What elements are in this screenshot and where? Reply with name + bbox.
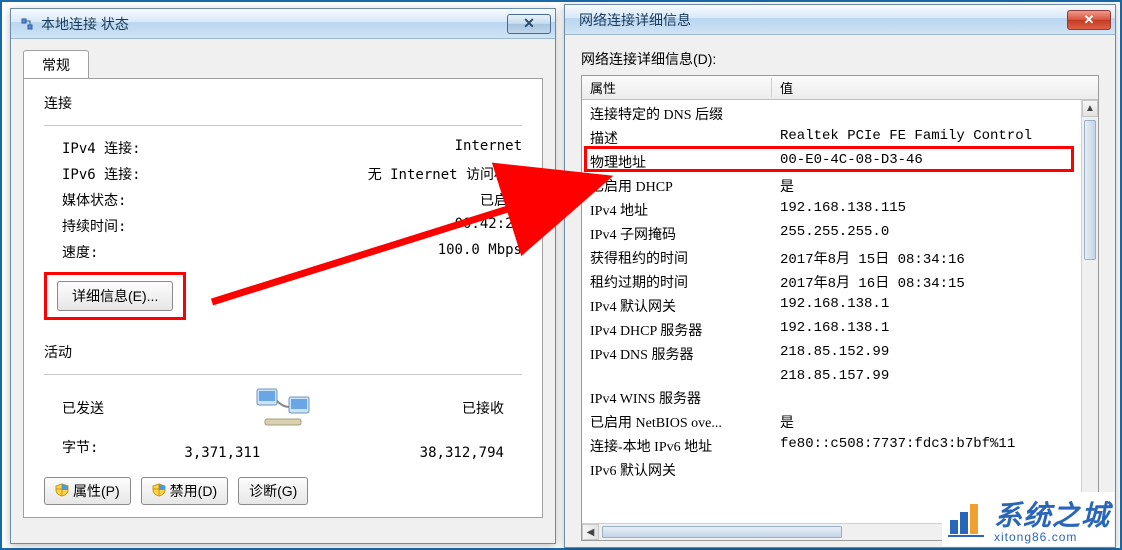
cell-property: 已启用 DHCP — [582, 176, 772, 196]
listview-header[interactable]: 属性 值 — [582, 76, 1098, 100]
cell-value: 00-E0-4C-08-D3-46 — [772, 152, 1098, 172]
details-listview[interactable]: 属性 值 连接特定的 DNS 后缀描述Realtek PCIe FE Famil… — [581, 75, 1099, 541]
cell-value: 2017年8月 16日 08:34:15 — [772, 272, 1098, 292]
cell-value — [772, 460, 1098, 480]
recv-label: 已接收 — [462, 398, 504, 418]
cell-value: 192.168.138.1 — [772, 320, 1098, 340]
vertical-scrollbar[interactable]: ▲ ▼ — [1081, 100, 1098, 523]
cell-property: 连接-本地 IPv6 地址 — [582, 436, 772, 456]
cell-value: 2017年8月 15日 08:34:16 — [772, 248, 1098, 268]
cell-property: 租约过期的时间 — [582, 272, 772, 292]
watermark-logo-icon — [946, 498, 986, 541]
table-row[interactable]: IPv4 DHCP 服务器192.168.138.1 — [582, 318, 1098, 342]
cell-property: 获得租约的时间 — [582, 248, 772, 268]
tab-control: 常规 连接 IPv4 连接:Internet IPv6 连接:无 Interne… — [23, 49, 543, 518]
kv-ipv4: IPv4 连接:Internet — [62, 138, 522, 158]
kv-ipv6: IPv6 连接:无 Internet 访问权限 — [62, 164, 522, 184]
scroll-thumb-v[interactable] — [1084, 120, 1096, 260]
table-row[interactable]: 已启用 NetBIOS ove...是 — [582, 410, 1098, 434]
cell-value: 255.255.255.0 — [772, 224, 1098, 244]
table-row[interactable]: IPv4 地址192.168.138.115 — [582, 198, 1098, 222]
section-activity: 活动 — [44, 342, 522, 362]
cell-property: 描述 — [582, 128, 772, 148]
table-row[interactable]: 连接-本地 IPv6 地址fe80::c508:7737:fdc3:b7bf%1… — [582, 434, 1098, 458]
kv-speed: 速度:100.0 Mbps — [62, 242, 522, 262]
status-titlebar[interactable]: 本地连接 状态 ✕ — [11, 9, 555, 39]
shield-icon — [55, 483, 69, 500]
properties-button[interactable]: 属性(P) — [44, 477, 131, 505]
network-animation-icon — [255, 387, 311, 429]
cell-value: 192.168.138.1 — [772, 296, 1098, 316]
table-row[interactable]: IPv6 默认网关 — [582, 458, 1098, 482]
watermark: 系统之城 xitong86.com — [942, 492, 1114, 546]
details-title: 网络连接详细信息 — [573, 10, 1067, 30]
table-row[interactable]: IPv4 DNS 服务器218.85.152.99 — [582, 342, 1098, 366]
scroll-left-icon[interactable]: ◀ — [582, 524, 599, 540]
recv-value: 38,312,794 — [384, 445, 504, 461]
cell-value: fe80::c508:7737:fdc3:b7bf%11 — [772, 436, 1098, 456]
bytes-label: 字节: — [62, 437, 98, 457]
table-row[interactable]: 218.85.157.99 — [582, 366, 1098, 386]
cell-value: 218.85.152.99 — [772, 344, 1098, 364]
cell-value — [772, 104, 1098, 124]
table-row[interactable]: IPv4 默认网关192.168.138.1 — [582, 294, 1098, 318]
network-icon — [19, 16, 35, 32]
cell-property: IPv4 默认网关 — [582, 296, 772, 316]
close-icon[interactable]: ✕ — [507, 14, 551, 34]
cell-value: 218.85.157.99 — [772, 368, 1098, 384]
table-row[interactable]: IPv4 WINS 服务器 — [582, 386, 1098, 410]
sent-value: 3,371,311 — [140, 445, 260, 461]
table-row[interactable]: 租约过期的时间2017年8月 16日 08:34:15 — [582, 270, 1098, 294]
cell-value: 是 — [772, 176, 1098, 196]
cell-property: 物理地址 — [582, 152, 772, 172]
table-row[interactable]: 已启用 DHCP是 — [582, 174, 1098, 198]
watermark-text-cn: 系统之城 — [994, 500, 1110, 531]
diagnose-button[interactable]: 诊断(G) — [238, 477, 308, 505]
details-titlebar[interactable]: 网络连接详细信息 ✕ — [565, 5, 1115, 35]
cell-property: IPv4 DNS 服务器 — [582, 344, 772, 364]
cell-property: IPv4 DHCP 服务器 — [582, 320, 772, 340]
cell-value: Realtek PCIe FE Family Control — [772, 128, 1098, 148]
scroll-thumb-h[interactable] — [602, 526, 842, 538]
table-row[interactable]: 连接特定的 DNS 后缀 — [582, 102, 1098, 126]
kv-duration: 持续时间:00:42:27 — [62, 216, 522, 236]
details-button[interactable]: 详细信息(E)... — [57, 281, 173, 311]
table-row[interactable]: 物理地址00-E0-4C-08-D3-46 — [582, 150, 1098, 174]
details-window: 网络连接详细信息 ✕ 网络连接详细信息(D): 属性 值 连接特定的 DNS 后… — [564, 4, 1116, 548]
scroll-up-icon[interactable]: ▲ — [1082, 100, 1098, 117]
cell-property: 连接特定的 DNS 后缀 — [582, 104, 772, 124]
disable-button[interactable]: 禁用(D) — [141, 477, 228, 505]
cell-property: 已启用 NetBIOS ove... — [582, 412, 772, 432]
sent-label: 已发送 — [62, 398, 104, 418]
kv-media: 媒体状态:已启用 — [62, 190, 522, 210]
status-window: 本地连接 状态 ✕ 常规 连接 IPv4 连接:Internet IPv6 连接… — [10, 8, 556, 544]
cell-value — [772, 388, 1098, 408]
close-icon[interactable]: ✕ — [1067, 10, 1111, 30]
cell-property: IPv6 默认网关 — [582, 460, 772, 480]
details-highlight: 详细信息(E)... — [44, 272, 186, 320]
section-connection: 连接 — [44, 93, 522, 113]
column-property[interactable]: 属性 — [582, 78, 772, 97]
cell-property: IPv4 子网掩码 — [582, 224, 772, 244]
cell-value: 是 — [772, 412, 1098, 432]
cell-property: IPv4 地址 — [582, 200, 772, 220]
tab-general[interactable]: 常规 — [23, 50, 89, 79]
cell-value: 192.168.138.115 — [772, 200, 1098, 220]
table-row[interactable]: IPv4 子网掩码255.255.255.0 — [582, 222, 1098, 246]
table-row[interactable]: 获得租约的时间2017年8月 15日 08:34:16 — [582, 246, 1098, 270]
table-row[interactable]: 描述Realtek PCIe FE Family Control — [582, 126, 1098, 150]
list-label: 网络连接详细信息(D): — [581, 49, 1099, 69]
column-value[interactable]: 值 — [772, 78, 1098, 97]
cell-property — [582, 368, 772, 384]
cell-property: IPv4 WINS 服务器 — [582, 388, 772, 408]
status-title: 本地连接 状态 — [41, 14, 507, 34]
shield-icon — [152, 483, 166, 500]
watermark-text-en: xitong86.com — [994, 530, 1110, 544]
